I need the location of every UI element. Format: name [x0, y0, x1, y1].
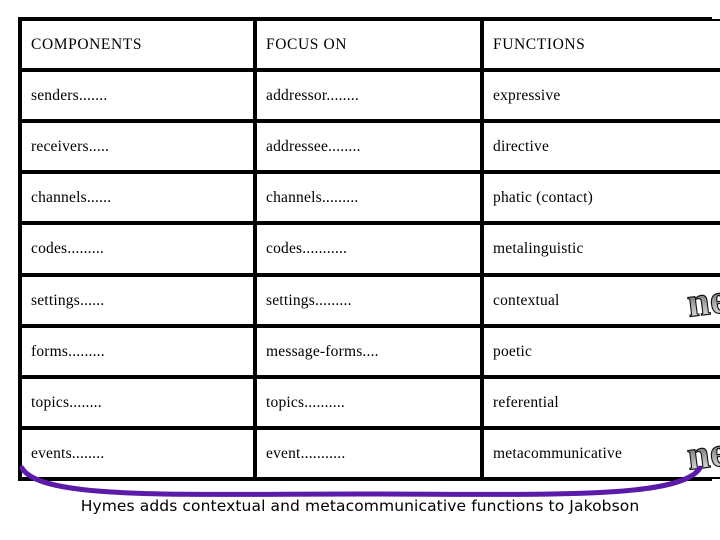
cell-focus-on: channels.........: [255, 172, 482, 224]
cell-functions: referential: [482, 376, 720, 428]
slide-canvas: COMPONENTS FOCUS ON FUNCTIONS senders...…: [0, 0, 720, 540]
cell-focus-on: message-forms....: [255, 325, 482, 377]
cell-functions-label: directive: [493, 138, 550, 156]
cell-focus-on: addressee........: [255, 121, 482, 173]
cell-functions-label: phatic (contact): [493, 189, 594, 207]
components-functions-table: COMPONENTS FOCUS ON FUNCTIONS senders...…: [18, 17, 720, 481]
cell-focus-on-label: message-forms....: [266, 342, 379, 360]
cell-components-label: channels......: [31, 189, 112, 207]
cell-components-label: codes.........: [31, 240, 104, 258]
cell-functions: directive: [482, 121, 720, 173]
cell-components: forms.........: [20, 325, 255, 377]
new-wordart-badge: new: [683, 278, 720, 322]
svg-text:new: new: [684, 278, 720, 322]
cell-components: topics........: [20, 376, 255, 428]
cell-components: codes.........: [20, 223, 255, 275]
cell-components: settings......: [20, 274, 255, 326]
cell-components-label: forms.........: [31, 342, 105, 360]
cell-components-label: topics........: [31, 393, 102, 411]
table-row: channels...... channels......... phatic …: [20, 172, 720, 224]
column-header-functions-label: FUNCTIONS: [493, 36, 586, 54]
column-header-components: COMPONENTS: [20, 19, 255, 71]
cell-focus-on: addressor........: [255, 70, 482, 122]
cell-functions: contextual new: [482, 274, 720, 326]
cell-focus-on-label: addressee........: [266, 138, 361, 156]
matrix-table: COMPONENTS FOCUS ON FUNCTIONS senders...…: [20, 19, 720, 479]
cell-functions-label: referential: [493, 393, 559, 411]
table-row: codes......... codes........... metaling…: [20, 223, 720, 275]
cell-focus-on-label: addressor........: [266, 87, 359, 105]
cell-focus-on-label: channels.........: [266, 189, 359, 207]
cell-functions-label: contextual: [493, 291, 560, 309]
cell-functions: expressive: [482, 70, 720, 122]
cell-focus-on-label: topics..........: [266, 393, 345, 411]
cell-functions: poetic: [482, 325, 720, 377]
table-body: COMPONENTS FOCUS ON FUNCTIONS senders...…: [20, 19, 720, 479]
column-header-components-label: COMPONENTS: [31, 36, 143, 54]
table-row: settings...... settings......... context…: [20, 274, 720, 326]
table-row: receivers..... addressee........ directi…: [20, 121, 720, 173]
cell-components-label: senders.......: [31, 87, 108, 105]
cell-focus-on-label: settings.........: [266, 291, 352, 309]
table-row: forms......... message-forms.... poetic: [20, 325, 720, 377]
cell-components-label: events........: [31, 444, 105, 462]
cell-functions: phatic (contact): [482, 172, 720, 224]
cell-focus-on: topics..........: [255, 376, 482, 428]
cell-functions-label: metacommunicative: [493, 444, 623, 462]
column-header-functions: FUNCTIONS: [482, 19, 720, 71]
cell-components: channels......: [20, 172, 255, 224]
cell-functions-label: metalinguistic: [493, 240, 584, 258]
cell-focus-on: codes...........: [255, 223, 482, 275]
cell-components-label: settings......: [31, 291, 105, 309]
cell-focus-on: settings.........: [255, 274, 482, 326]
table-row: topics........ topics.......... referent…: [20, 376, 720, 428]
cell-functions: metalinguistic: [482, 223, 720, 275]
table-row: senders....... addressor........ express…: [20, 70, 720, 122]
caption-text: Hymes adds contextual and metacommunicat…: [80, 497, 640, 515]
cell-focus-on-label: event...........: [266, 444, 346, 462]
table-header-row: COMPONENTS FOCUS ON FUNCTIONS: [20, 19, 720, 71]
cell-functions-label: expressive: [493, 87, 561, 105]
cell-components-label: receivers.....: [31, 138, 110, 156]
column-header-focus-on: FOCUS ON: [255, 19, 482, 71]
cell-components: receivers.....: [20, 121, 255, 173]
column-header-focus-on-label: FOCUS ON: [266, 36, 348, 54]
cell-functions-label: poetic: [493, 342, 533, 360]
cell-components: senders.......: [20, 70, 255, 122]
cell-focus-on-label: codes...........: [266, 240, 348, 258]
